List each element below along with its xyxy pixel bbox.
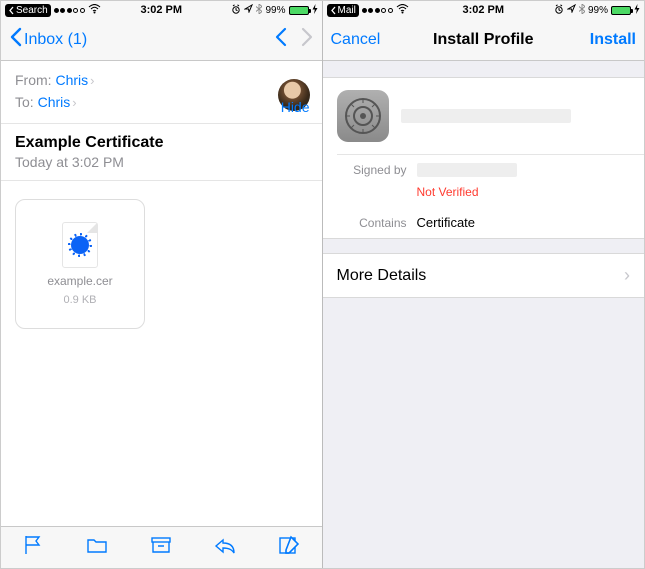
status-left: Mail	[327, 4, 409, 17]
signal-dots-icon	[54, 8, 85, 13]
flag-button[interactable]	[21, 534, 45, 561]
charging-icon	[634, 4, 640, 17]
location-icon	[244, 4, 253, 16]
seal-icon	[71, 236, 89, 254]
attachment-size: 0.9 KB	[63, 294, 96, 306]
status-right: 99%	[231, 4, 317, 17]
install-profile-screen: Mail 3:02 PM 99%	[323, 1, 645, 568]
reply-button[interactable]	[213, 534, 237, 561]
contains-row: Contains Certificate	[323, 207, 645, 238]
profile-card: Signed by Not Verified Contains Certific…	[323, 77, 645, 239]
to-label: To:	[15, 94, 34, 110]
next-message-button[interactable]	[301, 27, 314, 53]
hide-details-button[interactable]: Hide	[281, 99, 310, 115]
certificate-file-icon	[62, 222, 98, 268]
cancel-button[interactable]: Cancel	[331, 31, 381, 49]
prev-message-button[interactable]	[274, 27, 287, 53]
status-left: Search	[5, 4, 101, 17]
mail-screen: Search 3:02 PM 99%	[1, 1, 323, 568]
contains-value: Certificate	[417, 215, 476, 230]
alarm-icon	[231, 4, 241, 17]
archive-button[interactable]	[149, 534, 173, 561]
compose-button[interactable]	[277, 534, 301, 561]
location-icon	[567, 4, 576, 16]
from-name[interactable]: Chris	[55, 72, 88, 88]
bluetooth-icon	[256, 4, 262, 17]
chevron-right-icon: ›	[624, 265, 630, 286]
chevron-right-icon: ›	[72, 95, 76, 110]
battery-percent: 99%	[265, 5, 285, 16]
status-bar: Search 3:02 PM 99%	[1, 1, 322, 19]
nav-back-label: Inbox (1)	[24, 31, 87, 49]
back-app-label: Mail	[338, 4, 356, 17]
status-time: 3:02 PM	[140, 4, 182, 16]
settings-body: Signed by Not Verified Contains Certific…	[323, 61, 645, 568]
battery-icon	[289, 6, 309, 15]
charging-icon	[312, 4, 318, 17]
to-name[interactable]: Chris	[38, 94, 71, 110]
bluetooth-icon	[579, 4, 585, 17]
status-right: 99%	[554, 4, 640, 17]
subject-block: Example Certificate Today at 3:02 PM	[1, 124, 322, 181]
more-details-row[interactable]: More Details ›	[323, 253, 645, 298]
mail-toolbar	[1, 526, 322, 568]
attachment-tile[interactable]: example.cer 0.9 KB	[15, 199, 145, 329]
profile-name-redacted	[401, 109, 571, 123]
alarm-icon	[554, 4, 564, 17]
signed-by-row: Signed by	[323, 155, 645, 185]
wifi-icon	[396, 4, 409, 17]
nav-back[interactable]: Inbox (1)	[9, 26, 87, 54]
not-verified-status: Not Verified	[403, 185, 645, 207]
subject-text: Example Certificate	[15, 134, 308, 152]
wifi-icon	[88, 4, 101, 17]
nav-bar: Inbox (1)	[1, 19, 322, 61]
chevron-left-icon	[9, 26, 22, 54]
status-bar: Mail 3:02 PM 99%	[323, 1, 645, 19]
profile-header-row	[323, 78, 645, 154]
signal-dots-icon	[362, 8, 393, 13]
install-button[interactable]: Install	[590, 31, 636, 49]
message-date: Today at 3:02 PM	[15, 154, 308, 170]
battery-percent: 99%	[588, 5, 608, 16]
message-header[interactable]: From: Chris › To: Chris › Hide	[1, 61, 322, 124]
battery-icon	[611, 6, 631, 15]
move-button[interactable]	[85, 534, 109, 561]
status-time: 3:02 PM	[462, 4, 504, 16]
back-to-app-pill[interactable]: Mail	[327, 4, 359, 17]
from-label: From:	[15, 72, 52, 88]
settings-gear-icon	[337, 90, 389, 142]
more-details-label: More Details	[337, 267, 427, 285]
attachment-name: example.cer	[47, 274, 112, 288]
contains-label: Contains	[337, 216, 407, 230]
signed-by-label: Signed by	[337, 163, 407, 177]
nav-bar: Cancel Install Profile Install	[323, 19, 645, 61]
back-app-label: Search	[16, 4, 48, 17]
signed-by-redacted	[417, 163, 517, 177]
mail-body: From: Chris › To: Chris › Hide Example C…	[1, 61, 322, 526]
back-to-app-pill[interactable]: Search	[5, 4, 51, 17]
nav-title: Install Profile	[433, 31, 533, 49]
chevron-right-icon: ›	[90, 73, 94, 88]
